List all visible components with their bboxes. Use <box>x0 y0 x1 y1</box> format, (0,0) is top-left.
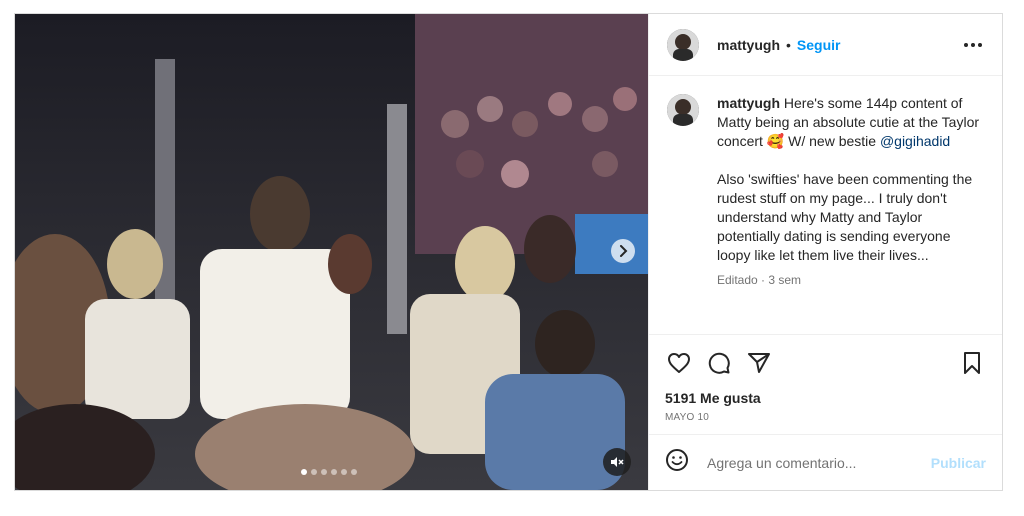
caption-username[interactable]: mattyugh <box>717 95 780 111</box>
post-sidebar: mattyugh • Seguir mattyugh Here's some 1… <box>648 14 1002 490</box>
caption: mattyugh Here's some 144p content of Mat… <box>717 94 986 334</box>
carousel-dot <box>321 469 327 475</box>
bookmark-icon[interactable] <box>958 349 986 377</box>
heart-icon[interactable] <box>665 349 693 377</box>
chevron-right-icon <box>620 245 628 257</box>
publish-button[interactable]: Publicar <box>931 455 986 471</box>
avatar[interactable] <box>667 28 699 61</box>
speaker-muted-icon <box>611 457 624 467</box>
carousel-dot <box>331 469 337 475</box>
edited-timestamp[interactable]: Editado · 3 sem <box>717 271 986 290</box>
caption-area: mattyugh Here's some 144p content of Mat… <box>649 76 1002 334</box>
carousel-dot <box>301 469 307 475</box>
mention-link[interactable]: @gigihadid <box>880 133 950 149</box>
avatar-image <box>667 28 699 61</box>
action-bar <box>649 334 1002 390</box>
avatar[interactable] <box>667 94 699 126</box>
caption-paragraph-1: mattyugh Here's some 144p content of Mat… <box>717 94 986 151</box>
carousel-dot <box>311 469 317 475</box>
caption-paragraph-2: Also 'swifties' have been commenting the… <box>717 171 973 263</box>
post-header: mattyugh • Seguir <box>649 14 1002 76</box>
follow-button[interactable]: Seguir <box>797 37 841 53</box>
send-icon[interactable] <box>745 349 773 377</box>
comment-form: Publicar <box>649 434 1002 490</box>
instagram-post: mattyugh • Seguir mattyugh Here's some 1… <box>14 13 1003 491</box>
carousel-indicator <box>301 469 357 475</box>
comment-icon[interactable] <box>705 349 733 377</box>
carousel-dot <box>351 469 357 475</box>
concert-video-frame <box>15 14 648 490</box>
caption-text: W/ new bestie <box>784 133 880 149</box>
more-options-icon[interactable] <box>960 39 986 51</box>
likes-count[interactable]: 5191 Me gusta <box>649 390 1002 410</box>
emoji-icon[interactable] <box>665 448 689 477</box>
comment-input[interactable] <box>705 453 931 472</box>
emoji: 🥰 <box>766 133 785 149</box>
header-separator: • <box>786 36 791 53</box>
avatar-image <box>667 94 699 126</box>
mute-toggle-button[interactable] <box>603 448 631 476</box>
post-media[interactable] <box>15 14 648 490</box>
carousel-next-button[interactable] <box>611 239 635 263</box>
post-date[interactable]: MAYO 10 <box>649 410 1002 434</box>
post-author-username[interactable]: mattyugh <box>717 37 780 53</box>
carousel-dot <box>341 469 347 475</box>
